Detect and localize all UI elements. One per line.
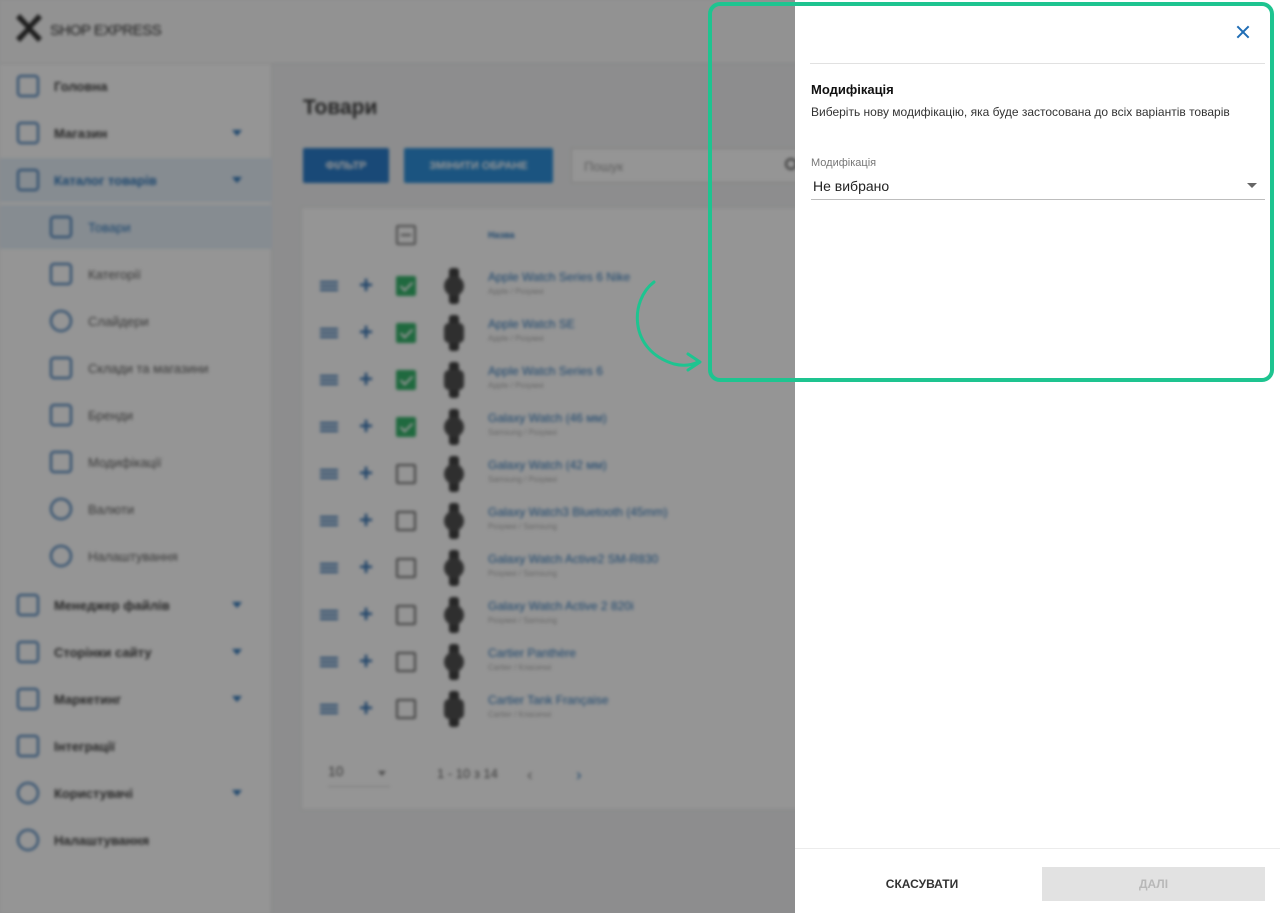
dialog-footer: СКАСУВАТИ ДАЛІ bbox=[795, 848, 1280, 913]
dialog-description: Виберіть нову модифікацію, яка буде заст… bbox=[811, 105, 1230, 119]
cancel-button[interactable]: СКАСУВАТИ bbox=[811, 867, 1033, 901]
modification-dialog: Модифікація Виберіть нову модифікацію, я… bbox=[795, 0, 1280, 913]
modification-select-value: Не вибрано bbox=[813, 178, 890, 194]
modification-select-label: Модифікація bbox=[811, 157, 877, 169]
modification-select[interactable]: Не вибрано bbox=[811, 174, 1265, 200]
pointer-arrow-icon bbox=[635, 280, 702, 372]
divider bbox=[810, 63, 1265, 64]
close-icon[interactable] bbox=[1231, 20, 1255, 44]
next-button[interactable]: ДАЛІ bbox=[1042, 867, 1265, 901]
dialog-heading: Модифікація bbox=[811, 82, 894, 97]
dropdown-arrow-icon bbox=[1247, 183, 1257, 188]
